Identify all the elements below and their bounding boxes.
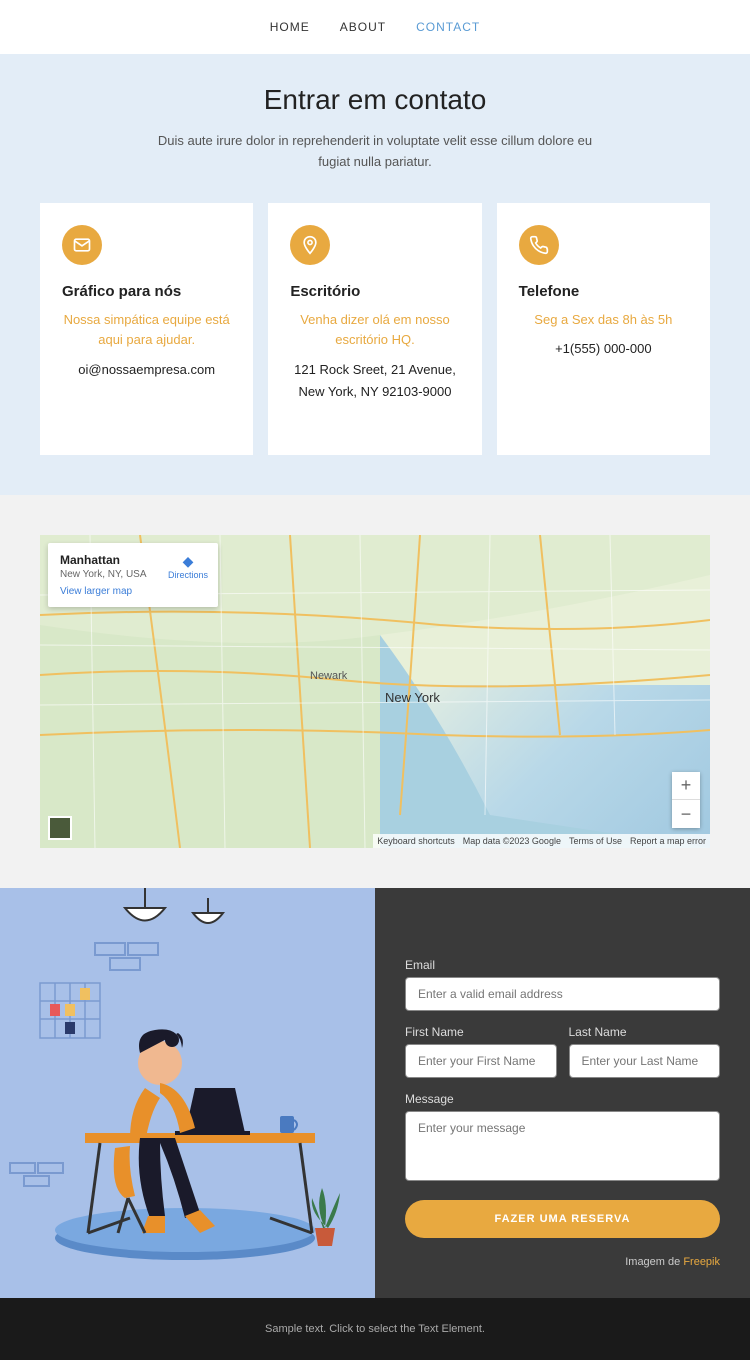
zoom-in-button[interactable]: + [672,772,700,800]
location-icon [290,225,330,265]
map-attribution: Keyboard shortcuts Map data ©2023 Google… [373,834,710,848]
email-card-info: oi@nossaempresa.com [62,359,231,381]
contact-form-section: Email First Name Last Name Message FAZER… [0,888,750,1298]
workspace-illustration [0,888,375,1283]
map-city-label-2: Newark [310,670,347,682]
nav-contact[interactable]: CONTACT [416,20,480,34]
phone-card-info: +1(555) 000-000 [519,338,688,360]
image-credit: Imagem de Freepik [405,1256,720,1268]
phone-card-title: Telefone [519,283,688,300]
firstname-input[interactable] [405,1044,557,1078]
lastname-label: Last Name [569,1025,721,1039]
map-data-label: Map data ©2023 Google [463,836,561,846]
map-city-label: New York [385,690,440,705]
contact-form: Email First Name Last Name Message FAZER… [375,888,750,1298]
keyboard-shortcuts-link[interactable]: Keyboard shortcuts [377,836,455,846]
page-footer: Sample text. Click to select the Text El… [0,1298,750,1360]
map-satellite-thumb[interactable] [48,816,72,840]
map-section: Manhattan New York, NY, USA View larger … [0,495,750,888]
phone-card: Telefone Seg a Sex das 8h às 5h +1(555) … [497,203,710,456]
phone-card-sub: Seg a Sex das 8h às 5h [519,310,688,331]
view-larger-map-link[interactable]: View larger map [60,586,206,597]
credit-link[interactable]: Freepik [683,1256,720,1268]
office-card-info: 121 Rock Sreet, 21 Avenue, New York, NY … [290,359,459,403]
footer-text: Sample text. Click to select the Text El… [265,1323,485,1335]
submit-button[interactable]: FAZER UMA RESERVA [405,1200,720,1238]
directions-icon: ◆ [168,553,208,570]
firstname-label: First Name [405,1025,557,1039]
lastname-input[interactable] [569,1044,721,1078]
credit-prefix: Imagem de [625,1256,683,1268]
terms-link[interactable]: Terms of Use [569,836,622,846]
map-info-bubble: Manhattan New York, NY, USA View larger … [48,543,218,607]
office-card-sub: Venha dizer olá em nosso escritório HQ. [290,310,459,352]
map[interactable]: Manhattan New York, NY, USA View larger … [40,535,710,848]
nav-home[interactable]: HOME [270,20,310,34]
directions-label: Directions [168,570,208,580]
contact-cards: Gráfico para nós Nossa simpática equipe … [40,203,710,456]
main-nav: HOME ABOUT CONTACT [0,0,750,54]
report-error-link[interactable]: Report a map error [630,836,706,846]
email-card-title: Gráfico para nós [62,283,231,300]
illustration-panel [0,888,375,1298]
office-card: Escritório Venha dizer olá em nosso escr… [268,203,481,456]
email-card-sub: Nossa simpática equipe está aqui para aj… [62,310,231,352]
email-label: Email [405,958,720,972]
email-card: Gráfico para nós Nossa simpática equipe … [40,203,253,456]
mail-icon [62,225,102,265]
office-card-title: Escritório [290,283,459,300]
directions-button[interactable]: ◆ Directions [168,553,208,580]
zoom-out-button[interactable]: − [672,800,700,828]
page-title: Entrar em contato [40,84,710,116]
phone-icon [519,225,559,265]
map-zoom-controls: + − [672,772,700,828]
email-input[interactable] [405,977,720,1011]
page-subtitle: Duis aute irure dolor in reprehenderit i… [155,131,595,173]
hero-section: Entrar em contato Duis aute irure dolor … [0,54,750,495]
nav-about[interactable]: ABOUT [340,20,386,34]
message-textarea[interactable] [405,1111,720,1181]
message-label: Message [405,1092,720,1106]
